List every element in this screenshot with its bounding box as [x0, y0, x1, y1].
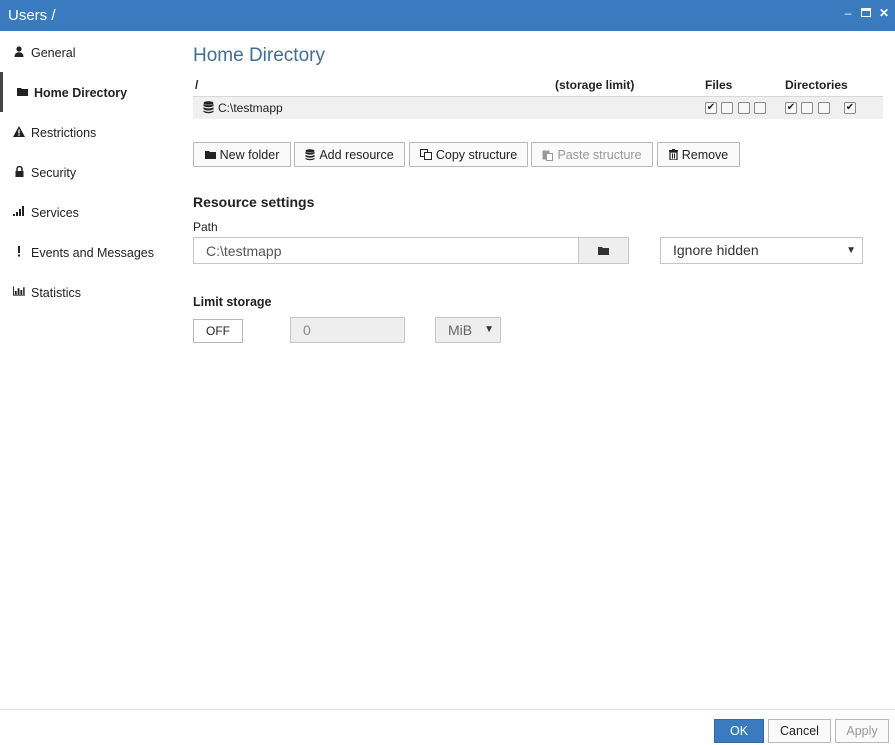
database-icon: [305, 148, 315, 161]
hidden-files-select[interactable]: Ignore hidden ▼: [660, 237, 863, 264]
chevron-down-icon: ▼: [846, 245, 856, 256]
storage-size-input[interactable]: [290, 317, 405, 343]
apply-button[interactable]: Apply: [835, 719, 889, 743]
paste-structure-button[interactable]: Paste structure: [531, 142, 653, 167]
copy-structure-button[interactable]: Copy structure: [409, 142, 528, 167]
dirs-inherit-checkbox[interactable]: ✔: [844, 102, 856, 114]
sidebar-item-label: Events and Messages: [31, 246, 154, 260]
add-resource-label: Add resource: [319, 147, 394, 162]
paste-structure-label: Paste structure: [557, 147, 642, 162]
warning-icon: [13, 125, 25, 137]
ok-button[interactable]: OK: [714, 719, 764, 743]
trash-icon: [668, 149, 678, 160]
database-icon: [203, 101, 214, 117]
browse-folder-button[interactable]: [578, 237, 629, 264]
storage-unit-value: MiB: [448, 322, 473, 338]
copy-structure-label: Copy structure: [435, 147, 518, 162]
dialog-footer: OK Cancel Apply: [0, 709, 895, 745]
sidebar: General Home Directory Restrictions Secu…: [0, 31, 180, 709]
files-write-checkbox[interactable]: [721, 102, 733, 114]
column-header-storage-limit: (storage limit): [555, 78, 635, 92]
column-header-path: /: [195, 78, 199, 92]
files-read-checkbox[interactable]: ✔: [705, 102, 717, 114]
close-icon[interactable]: ✕: [877, 6, 891, 20]
column-header-files: Files: [705, 78, 733, 92]
user-icon: [13, 45, 25, 57]
window-titlebar: Users / – ✕: [0, 0, 895, 31]
hidden-files-select-value: Ignore hidden: [673, 242, 759, 258]
sidebar-item-label: Services: [31, 206, 79, 220]
folder-icon: [16, 85, 28, 97]
sidebar-item-label: Home Directory: [34, 86, 128, 100]
sidebar-item-general[interactable]: General: [0, 32, 180, 72]
folder-icon: [598, 243, 609, 258]
sidebar-item-security[interactable]: Security: [0, 152, 180, 192]
files-append-checkbox[interactable]: [738, 102, 750, 114]
sidebar-item-events-and-messages[interactable]: Events and Messages: [0, 232, 180, 272]
add-resource-button[interactable]: Add resource: [294, 142, 405, 167]
sidebar-item-label: Statistics: [31, 286, 82, 300]
bar-chart-icon: [13, 285, 25, 297]
sidebar-item-statistics[interactable]: Statistics: [0, 272, 180, 312]
lock-icon: [13, 165, 25, 177]
sidebar-item-label: Security: [31, 166, 77, 180]
resource-settings-title: Resource settings: [193, 194, 315, 210]
minimize-icon[interactable]: –: [841, 6, 855, 20]
exclamation-icon: [13, 245, 25, 257]
window-title: Users /: [8, 7, 56, 24]
limit-storage-toggle[interactable]: OFF: [193, 319, 243, 343]
remove-label: Remove: [681, 147, 729, 162]
sidebar-item-label: General: [31, 46, 76, 60]
resource-path: C:\testmapp: [218, 101, 283, 115]
paste-icon: [542, 149, 554, 161]
new-folder-label: New folder: [219, 147, 280, 162]
dirs-delete-checkbox[interactable]: [818, 102, 830, 114]
sidebar-item-services[interactable]: Services: [0, 192, 180, 232]
limit-storage-label: Limit storage: [193, 295, 272, 309]
maximize-icon[interactable]: [859, 6, 873, 20]
path-input[interactable]: [193, 237, 579, 264]
cancel-button[interactable]: Cancel: [768, 719, 831, 743]
path-label: Path: [193, 220, 218, 234]
dirs-create-checkbox[interactable]: [801, 102, 813, 114]
sidebar-item-home-directory[interactable]: Home Directory: [0, 72, 180, 112]
page-title: Home Directory: [193, 45, 325, 66]
copy-icon: [419, 149, 432, 160]
remove-button[interactable]: Remove: [657, 142, 740, 167]
new-folder-button[interactable]: New folder: [193, 142, 291, 167]
storage-unit-select[interactable]: MiB ▼: [435, 317, 501, 343]
dirs-list-checkbox[interactable]: ✔: [785, 102, 797, 114]
sidebar-item-restrictions[interactable]: Restrictions: [0, 112, 180, 152]
files-delete-checkbox[interactable]: [754, 102, 766, 114]
table-row[interactable]: C:\testmapp ✔ ✔ ✔: [193, 96, 883, 119]
column-header-directories: Directories: [785, 78, 848, 92]
chevron-down-icon: ▼: [484, 324, 494, 335]
folder-icon: [204, 150, 216, 159]
signal-icon: [13, 205, 25, 217]
sidebar-item-label: Restrictions: [31, 126, 97, 140]
